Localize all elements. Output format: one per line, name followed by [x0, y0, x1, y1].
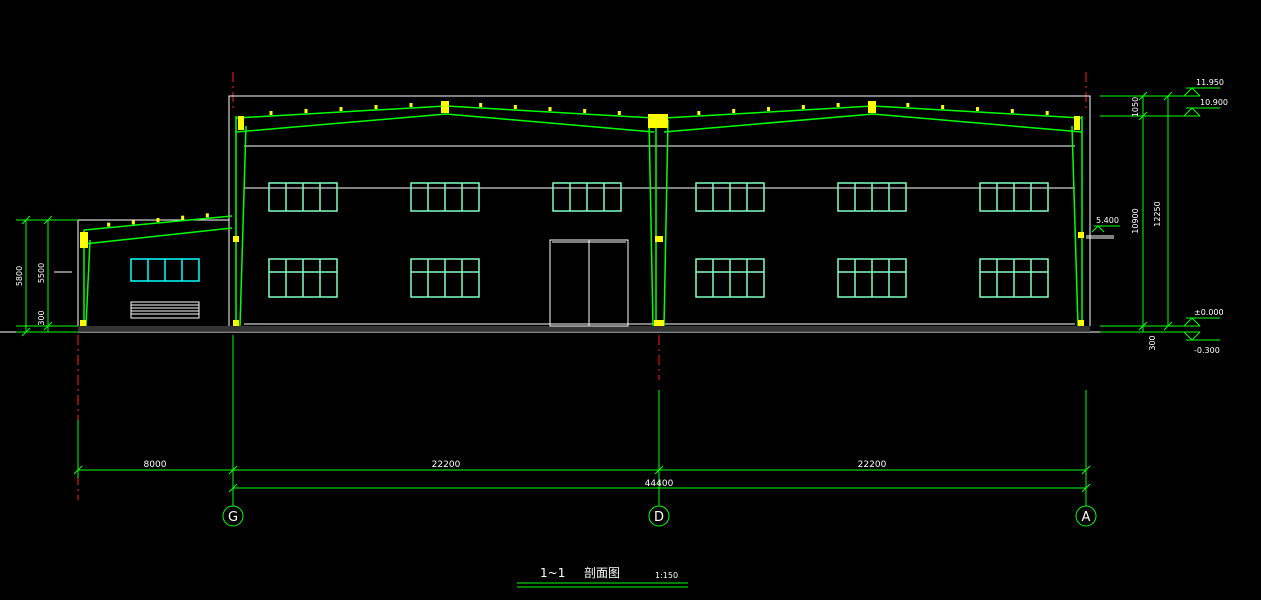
axis-bubble-d: D — [648, 500, 670, 527]
axis-label-d: D — [654, 510, 664, 525]
ground-hatch — [78, 326, 1090, 332]
dim-plinth-right: 300 — [1148, 335, 1157, 350]
purlin-tick — [269, 111, 273, 115]
purlin-tick — [513, 105, 517, 109]
dim-annex-height: 5500 — [37, 263, 46, 283]
purlin-tick — [1010, 109, 1014, 113]
purlin-tick — [583, 109, 587, 113]
axis-label-g: G — [228, 510, 238, 525]
purlin-tick — [131, 220, 135, 225]
purlin-tick — [732, 109, 736, 113]
purlin-tick — [801, 105, 805, 109]
drawing-number: 1~1 — [540, 566, 565, 580]
elev-crane: 5.400 — [1096, 216, 1119, 225]
purlin-tick — [697, 111, 701, 115]
elev-outdoor: -0.300 — [1194, 346, 1220, 355]
dim-bay-2: 22200 — [432, 460, 461, 470]
elev-ground: ±0.000 — [1194, 308, 1224, 317]
title-underline — [517, 582, 688, 588]
steel-frame — [83, 105, 1083, 327]
roof-purlins — [107, 103, 1049, 227]
purlin-tick — [906, 103, 910, 107]
annex-window — [130, 258, 200, 282]
dim-bay-3: 22200 — [858, 460, 887, 470]
drawing-scale: 1:150 — [655, 571, 678, 580]
axis-bubble-a: A — [1075, 500, 1097, 527]
purlin-tick — [374, 105, 378, 109]
dim-eave-height: 1050 — [1131, 97, 1140, 117]
drawing-title: 剖面图 — [584, 566, 620, 580]
purlin-tick — [339, 107, 343, 111]
dim-bay-1: 8000 — [144, 460, 167, 470]
left-vertical-dimensions — [16, 215, 78, 337]
purlin-tick — [617, 111, 621, 115]
purlin-tick — [836, 103, 840, 107]
purlin-tick — [181, 215, 185, 220]
axis-bubble-g: G — [222, 500, 244, 527]
elev-eave: 10.900 — [1200, 98, 1228, 107]
purlin-tick — [941, 105, 945, 109]
lower-windows — [268, 258, 1049, 298]
dim-column-height: 10900 — [1131, 208, 1140, 233]
purlin-tick — [767, 107, 770, 111]
elev-ridge: 11.950 — [1196, 78, 1224, 87]
purlin-tick — [304, 109, 308, 113]
purlin-tick — [409, 103, 413, 107]
purlin-tick — [976, 107, 979, 111]
dim-total-height: 12250 — [1153, 201, 1162, 226]
upper-windows — [268, 182, 1049, 212]
dim-annex-total: 5800 — [15, 266, 24, 286]
purlin-tick — [1045, 111, 1049, 115]
purlin-tick — [479, 103, 483, 107]
dim-annex-plinth: 300 — [37, 310, 46, 325]
horizontal-dimensions — [73, 335, 1091, 500]
dim-total: 44400 — [645, 479, 674, 489]
right-vertical-dimensions — [1100, 91, 1200, 333]
axis-label-a: A — [1082, 510, 1091, 525]
section-drawing: 8000 22200 22200 44400 G D A 1050 10900 … — [0, 0, 1261, 600]
purlin-tick — [548, 107, 552, 111]
purlin-tick — [205, 213, 209, 218]
purlin-tick — [107, 222, 111, 227]
purlin-marks — [80, 101, 1084, 326]
purlin-tick — [156, 218, 160, 222]
